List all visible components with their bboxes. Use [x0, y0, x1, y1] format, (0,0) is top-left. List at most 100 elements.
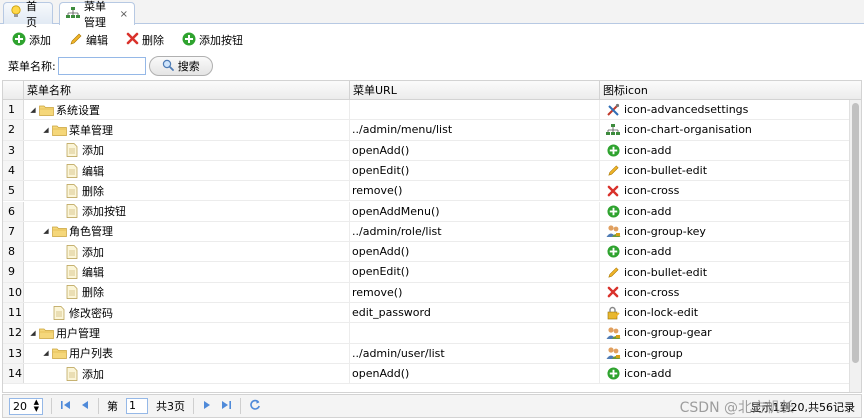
add-menu-button[interactable]: 添加按钮 [178, 30, 247, 51]
tree-toggle-icon[interactable]: ◢ [41, 227, 51, 235]
menu-url-cell: ../admin/role/list [350, 221, 600, 242]
add-icon [605, 245, 621, 258]
icon-cell: icon-chart-organisation [600, 120, 851, 139]
table-row[interactable]: 7 ◢ 角色管理 ../admin/role/list icon-group-key [3, 221, 851, 243]
tab-menu-management-label: 菜单管理 [84, 0, 106, 29]
menu-name: 添加 [82, 144, 104, 158]
table-row[interactable]: 4 编辑 openEdit() icon-bullet-edit [3, 160, 851, 182]
menu-name-cell: 编辑 [24, 160, 350, 181]
page-total: 共3页 [156, 400, 185, 413]
folder-icon [51, 346, 67, 360]
menu-name-cell: 修改密码 [24, 303, 350, 323]
tab-home[interactable]: 首页 [3, 0, 53, 29]
row-number: 2 [3, 120, 24, 140]
add-icon [182, 32, 196, 49]
row-number-header [3, 81, 24, 100]
table-row[interactable]: 14 添加 openAdd() icon-add [3, 363, 851, 385]
table-row[interactable]: 13 ◢ 用户列表 ../admin/user/list icon-group [3, 343, 851, 364]
menu-url-cell: remove() [350, 181, 600, 201]
menu-name-cell: 删除 [24, 282, 350, 302]
column-header-icon[interactable]: 图标icon [600, 81, 861, 100]
row-number: 12 [3, 323, 24, 343]
grid-body: 1 ◢ 系统设置 icon-advancedsettings 2 ◢ 菜单管理 ../admi… [3, 100, 851, 392]
group-icon [605, 326, 621, 340]
tree-toggle-icon[interactable]: ◢ [41, 126, 51, 134]
page-number-input[interactable]: 1 [126, 398, 148, 414]
file-icon [51, 305, 67, 320]
vertical-scrollbar[interactable] [849, 100, 861, 392]
pencil-icon [69, 32, 83, 49]
menu-url-cell: openAdd() [350, 242, 600, 262]
icon-class-name: icon-bullet-edit [624, 164, 708, 178]
table-row[interactable]: 6 添加按钮 openAddMenu() icon-add [3, 201, 851, 222]
menu-url-cell: openEdit() [350, 160, 600, 181]
pencil-icon [605, 164, 621, 177]
column-header-menu-url[interactable]: 菜单URL [350, 81, 600, 100]
search-button-label: 搜索 [177, 60, 200, 73]
file-icon [64, 163, 80, 178]
menu-name: 删除 [82, 286, 104, 300]
add-icon [605, 144, 621, 157]
add-button-label: 添加 [29, 34, 51, 47]
tree-toggle-icon[interactable]: ◢ [41, 349, 51, 357]
icon-cell: icon-group-gear [600, 323, 851, 342]
row-number: 5 [3, 181, 24, 201]
menu-name: 添加按钮 [82, 205, 126, 219]
icon-class-name: icon-group-gear [624, 326, 712, 340]
group-icon [605, 346, 621, 360]
table-row[interactable]: 9 编辑 openEdit() icon-bullet-edit [3, 262, 851, 283]
row-number: 4 [3, 160, 24, 181]
tab-menu-management[interactable]: 菜单管理 × [59, 0, 135, 29]
next-page-icon[interactable] [202, 400, 212, 413]
row-number: 7 [3, 221, 24, 242]
file-icon [64, 285, 80, 300]
add-icon [12, 32, 26, 49]
row-number: 9 [3, 262, 24, 282]
icon-cell: icon-lock-edit [600, 303, 851, 322]
table-row[interactable]: 2 ◢ 菜单管理 ../admin/menu/list icon-chart-organ… [3, 120, 851, 141]
icon-cell: icon-group-key [600, 222, 851, 241]
menu-url-cell: edit_password [350, 303, 600, 323]
search-button[interactable]: 搜索 [148, 56, 213, 76]
menu-url-cell: openAdd() [350, 140, 600, 160]
page-size-value: 20 [13, 399, 27, 413]
column-header-menu-name[interactable]: 菜单名称 [24, 81, 350, 100]
edit-button[interactable]: 编辑 [65, 30, 112, 51]
last-page-icon[interactable] [220, 400, 232, 413]
menu-name-cell: 添加按钮 [24, 201, 350, 221]
refresh-icon[interactable] [249, 399, 261, 414]
prev-page-icon[interactable] [80, 400, 90, 413]
search-icon [162, 59, 174, 74]
menu-name-cell: ◢ 角色管理 [24, 221, 350, 242]
row-number: 11 [3, 303, 24, 323]
tree-toggle-icon[interactable]: ◢ [28, 106, 38, 114]
icon-cell: icon-advancedsettings [600, 100, 851, 119]
table-row[interactable]: 5 删除 remove() icon-cross [3, 181, 851, 202]
tree-toggle-icon[interactable]: ◢ [28, 329, 38, 337]
add-button[interactable]: 添加 [8, 30, 55, 51]
delete-button[interactable]: 删除 [122, 30, 168, 50]
menu-tree-grid: 菜单名称 菜单URL 图标icon 1 ◢ 系统设置 icon-advancedset… [2, 80, 862, 393]
close-icon[interactable]: × [120, 9, 128, 20]
menu-name: 系统设置 [56, 103, 100, 117]
menu-url-cell: ../admin/menu/list [350, 120, 600, 140]
table-row[interactable]: 1 ◢ 系统设置 icon-advancedsettings [3, 100, 851, 121]
icon-cell: icon-add [600, 141, 851, 160]
table-row[interactable]: 8 添加 openAdd() icon-add [3, 242, 851, 263]
menu-name-input[interactable] [57, 57, 146, 75]
tab-home-label: 首页 [26, 0, 37, 29]
icon-class-name: icon-add [624, 245, 672, 259]
menu-url-cell: remove() [350, 282, 600, 302]
group-icon [605, 224, 621, 238]
table-row[interactable]: 12 ◢ 用户管理 icon-group-gear [3, 323, 851, 344]
file-icon [64, 183, 80, 198]
pager-separator [98, 398, 99, 414]
table-row[interactable]: 10 删除 remove() icon-cross [3, 282, 851, 303]
table-row[interactable]: 3 添加 openAdd() icon-add [3, 140, 851, 161]
first-page-icon[interactable] [60, 400, 72, 413]
menu-name: 添加 [82, 367, 104, 381]
menu-name: 编辑 [82, 164, 104, 178]
scrollbar-thumb[interactable] [852, 103, 859, 363]
table-row[interactable]: 11 修改密码 edit_password icon-lock-edit [3, 303, 851, 324]
page-size-select[interactable]: 20 ▲ ▼ [9, 397, 43, 415]
